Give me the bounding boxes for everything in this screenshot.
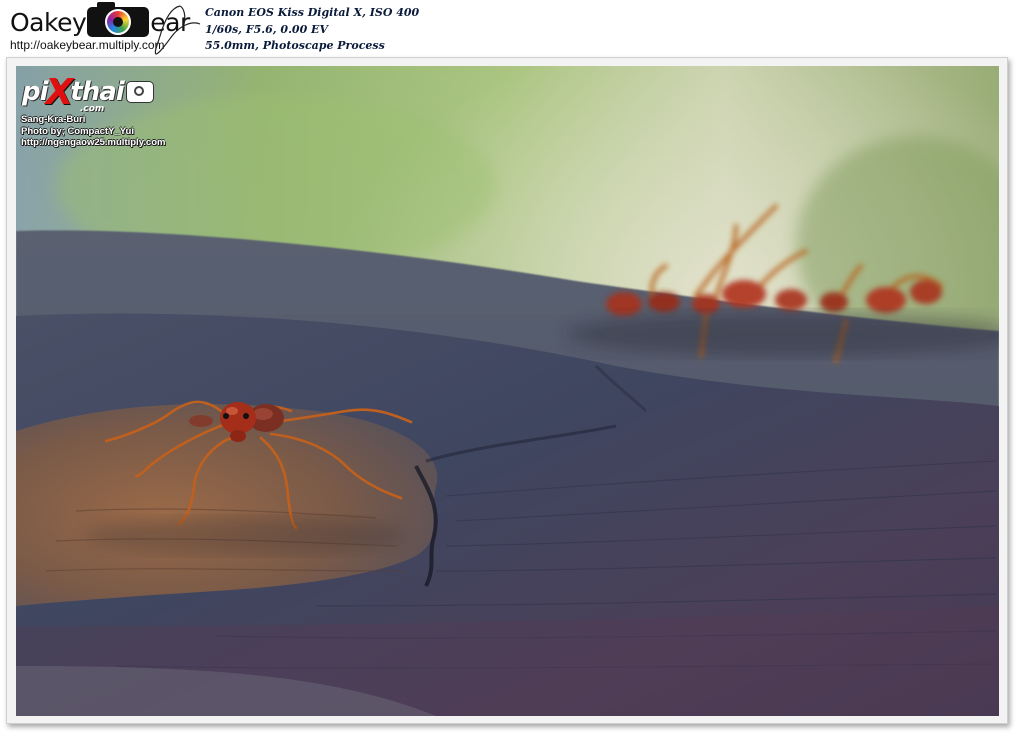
watermark-caption: Sang-Kra-Buri Photo by; CompactY_Yui htt… [21, 114, 165, 149]
exif-info: Canon EOS Kiss Digital X, ISO 400 1/60s,… [205, 5, 419, 55]
exif-lens: 55.0mm, Photoscape Process [205, 39, 385, 52]
camera-icon [87, 2, 150, 37]
photo-artwork [16, 66, 999, 716]
logo-text-left: Oakey [10, 7, 87, 37]
camera-strap-icon [154, 5, 201, 55]
watermark-location: Sang-Kra-Buri [21, 114, 86, 125]
watermark-photographer: Photo by; CompactY_Yui [21, 125, 134, 137]
exif-camera: Canon EOS Kiss Digital X, ISO 400 [205, 6, 420, 19]
ant-photo [16, 66, 999, 716]
header: Oakey ear http://oakeybear.multiply.com … [0, 0, 1020, 58]
watermark-url: http://ngengaow25.multiply.com [21, 137, 166, 148]
pixthai-logo-left: pi [22, 77, 49, 107]
camera-icon [126, 82, 153, 102]
exif-exposure: 1/60s, F5.6, 0.00 EV [205, 22, 328, 36]
pixthai-logo-suffix: .com [80, 104, 105, 114]
pixthai-logo-right: thai [70, 77, 124, 107]
pixthai-logo: pi X thai [22, 70, 192, 114]
pixthai-logo-x: X [45, 71, 74, 113]
site-url: http://oakeybear.multiply.com [10, 38, 165, 52]
pixthai-watermark: pi X thai [22, 70, 192, 114]
